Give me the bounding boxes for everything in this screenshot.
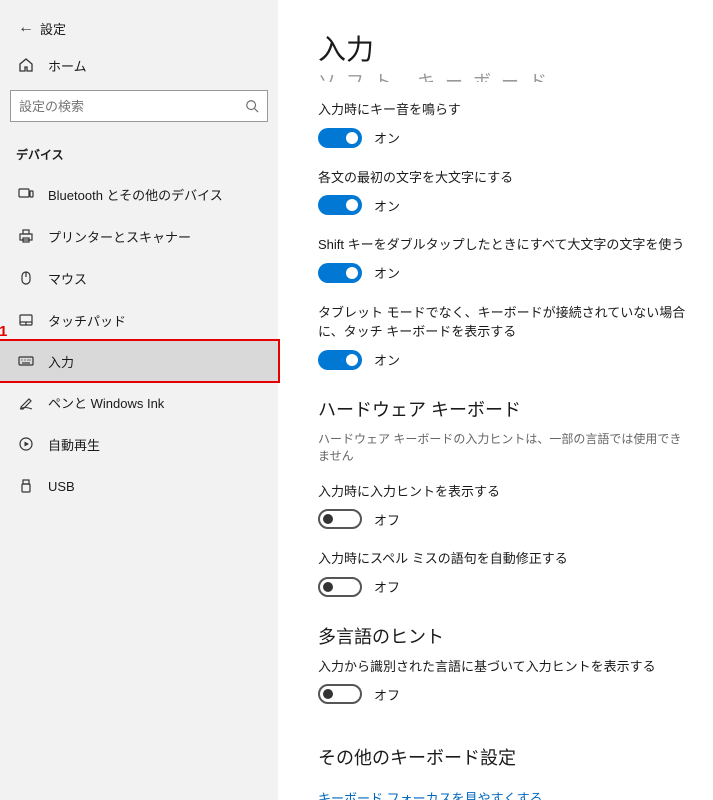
touchpad-icon <box>14 312 38 328</box>
home-button[interactable]: ホーム <box>0 46 278 84</box>
sidebar-item-typing[interactable]: 1 入力 <box>0 339 280 383</box>
sidebar-item-pen[interactable]: ペンと Windows Ink <box>0 381 278 423</box>
hw-heading: ハードウェア キーボード <box>318 396 689 422</box>
pen-icon <box>14 394 38 410</box>
home-icon <box>14 57 38 73</box>
sidebar-item-usb[interactable]: USB <box>0 465 278 507</box>
toggle-state: オフ <box>374 510 400 529</box>
toggle-state: オン <box>374 128 400 147</box>
main-content: 入力 ソフト キーボード 入力時にキー音を鳴らす オン 各文の最初の文字を大文字… <box>278 0 713 800</box>
search-box[interactable] <box>10 90 268 122</box>
printer-icon <box>14 228 38 244</box>
toggle-shift-caps[interactable] <box>318 263 362 283</box>
sidebar: ← 設定 ホーム デバイス Bluetooth とその他のデバイス プリンターと… <box>0 0 278 800</box>
setting-touch-keyboard: タブレット モードでなく、キーボードが接続されていない場合に、タッチ キーボード… <box>318 303 689 370</box>
sidebar-item-label: USB <box>48 479 75 494</box>
setting-label: 入力時にキー音を鳴らす <box>318 100 689 120</box>
annotation-1: 1 <box>0 323 7 340</box>
other-heading: その他のキーボード設定 <box>318 744 689 770</box>
search-icon <box>245 99 259 113</box>
sidebar-item-label: ペンと Windows Ink <box>48 393 164 412</box>
toggle-multilingual[interactable] <box>318 684 362 704</box>
devices-icon <box>14 186 38 202</box>
hw-note: ハードウェア キーボードの入力ヒントは、一部の言語では使用できません <box>318 430 689 464</box>
multi-heading: 多言語のヒント <box>318 623 689 649</box>
search-input[interactable] <box>19 99 245 114</box>
sidebar-item-touchpad[interactable]: タッチパッド <box>0 299 278 341</box>
sidebar-item-printers[interactable]: プリンターとスキャナー <box>0 215 278 257</box>
usb-icon <box>14 478 38 494</box>
setting-label: 各文の最初の文字を大文字にする <box>318 168 689 188</box>
sidebar-item-label: タッチパッド <box>48 311 126 330</box>
setting-autocorrect: 入力時にスペル ミスの語句を自動修正する オフ <box>318 549 689 597</box>
link-kb-focus[interactable]: キーボード フォーカスを見やすくする <box>318 788 543 800</box>
toggle-state: オフ <box>374 685 400 704</box>
setting-shift-caps: Shift キーをダブルタップしたときにすべて大文字の文字を使う オン <box>318 235 689 283</box>
setting-capitalize: 各文の最初の文字を大文字にする オン <box>318 168 689 216</box>
sidebar-item-autoplay[interactable]: 自動再生 <box>0 423 278 465</box>
page-title: 入力 <box>318 28 689 68</box>
setting-key-sound: 入力時にキー音を鳴らす オン <box>318 100 689 148</box>
sidebar-item-label: マウス <box>48 269 87 288</box>
sidebar-item-mouse[interactable]: マウス <box>0 257 278 299</box>
setting-multilingual: 入力から識別された言語に基づいて入力ヒントを表示する オフ <box>318 657 689 705</box>
sidebar-header: ← 設定 <box>0 10 278 46</box>
setting-label: Shift キーをダブルタップしたときにすべて大文字の文字を使う <box>318 235 689 255</box>
toggle-state: オン <box>374 196 400 215</box>
toggle-state: オン <box>374 350 400 369</box>
autoplay-icon <box>14 436 38 452</box>
toggle-touch-keyboard[interactable] <box>318 350 362 370</box>
toggle-key-sound[interactable] <box>318 128 362 148</box>
mouse-icon <box>14 270 38 286</box>
keyboard-icon <box>14 353 38 369</box>
setting-label: 入力時に入力ヒントを表示する <box>318 482 689 502</box>
toggle-capitalize[interactable] <box>318 195 362 215</box>
sidebar-item-bluetooth[interactable]: Bluetooth とその他のデバイス <box>0 173 278 215</box>
back-icon[interactable]: ← <box>12 19 40 37</box>
setting-label: 入力時にスペル ミスの語句を自動修正する <box>318 549 689 569</box>
setting-label: タブレット モードでなく、キーボードが接続されていない場合に、タッチ キーボード… <box>318 303 689 342</box>
toggle-autocorrect[interactable] <box>318 577 362 597</box>
sidebar-item-label: 自動再生 <box>48 435 100 454</box>
home-label: ホーム <box>48 56 87 75</box>
sidebar-section-label: デバイス <box>0 132 278 173</box>
sidebar-item-label: 入力 <box>48 352 74 371</box>
toggle-state: オン <box>374 263 400 282</box>
sidebar-item-label: Bluetooth とその他のデバイス <box>48 185 223 204</box>
sidebar-item-label: プリンターとスキャナー <box>48 227 191 246</box>
toggle-input-hint[interactable] <box>318 509 362 529</box>
setting-label: 入力から識別された言語に基づいて入力ヒントを表示する <box>318 657 689 677</box>
toggle-state: オフ <box>374 577 400 596</box>
cutoff-heading: ソフト キーボード <box>318 68 689 82</box>
settings-label: 設定 <box>40 19 66 38</box>
setting-input-hint: 入力時に入力ヒントを表示する オフ <box>318 482 689 530</box>
